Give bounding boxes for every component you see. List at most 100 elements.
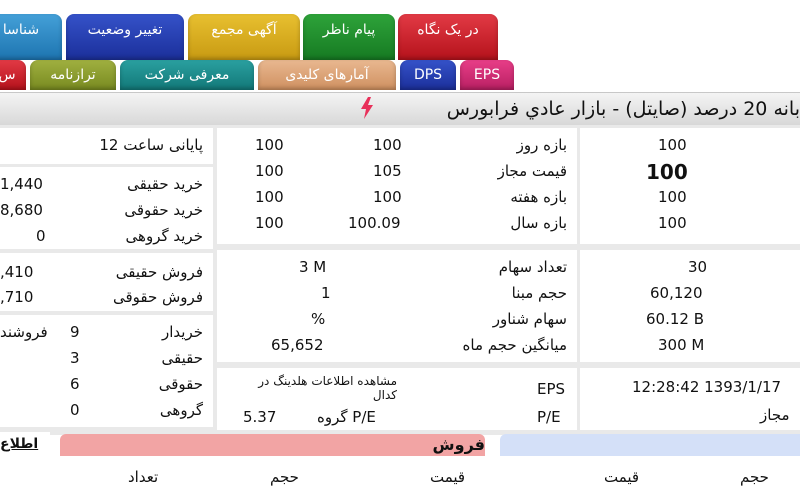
sell-title: فروش [432, 435, 485, 454]
sell-stats-panel: فروش حقیقی ,410 فروش حقوقی ,710 [0, 253, 213, 311]
shares-label: تعداد سهام [498, 258, 567, 276]
buy-col-price: قیمت [604, 468, 640, 486]
base-volume-label: حجم مبنا [511, 284, 567, 302]
float-label: سهام شناور [492, 310, 567, 328]
shares-value: 3 M [299, 258, 327, 276]
tab-company-intro[interactable]: معرفی شرکت [120, 60, 254, 90]
group-pe-label: P/E گروه [317, 408, 376, 426]
pe-label: P/E [537, 408, 561, 426]
buy-table: قیمت حجم [500, 456, 800, 500]
legal-value: 6 [70, 375, 80, 393]
eps-right-panel: 12:28:42 1393/1/17 مجاز [580, 368, 800, 430]
tab-eps-label: EPS [473, 67, 501, 83]
real-value: 3 [70, 349, 80, 367]
buy-header [500, 434, 800, 456]
range-table: بازه روز 100 100 قیمت مجاز 100 105 بازه … [217, 128, 577, 244]
range-day-label: بازه روز [516, 136, 567, 154]
sell-legal-value: ,710 [0, 288, 34, 306]
base-volume-value: 1 [321, 284, 331, 302]
buyer-label: خریدار [161, 323, 203, 341]
buy-stats-panel: خرید حقیقی 1,440 خرید حقوقی 8,680 خرید گ… [0, 167, 213, 249]
buy-real-value: 1,440 [0, 175, 43, 193]
instrument-title-bar: بانه 20 درصد (صایتل) - بازار عادي فرابور… [0, 92, 800, 126]
avg-volume-label: میانگین حجم ماه [462, 336, 567, 354]
tab-key-stats-label: آمارهای کلیدی [285, 67, 369, 83]
tab-balance-sheet[interactable]: ترازنامه [30, 60, 116, 90]
eps-label: EPS [537, 380, 566, 398]
sell-col-price: قیمت [430, 468, 466, 486]
tab-company-intro-label: معرفی شرکت [144, 67, 230, 83]
tab-strip: در یک نگاه پیام ناظر آگهی مجمع تغییر وضع… [0, 0, 800, 92]
closing-panel: پایانی ساعت 12 [0, 128, 213, 164]
tab-identity-label: شناسا [2, 22, 40, 38]
tab-identity[interactable]: شناسا [0, 14, 62, 60]
tab-status-change-label: تغییر وضعیت [87, 22, 163, 38]
group-pe-value: 5.37 [243, 408, 277, 426]
buy-legal-label: خرید حقوقی [124, 201, 203, 219]
range-week-high: 100 [373, 188, 402, 206]
range-year-ref: 100 [658, 214, 687, 232]
base-volume-right: 60,120 [650, 284, 703, 302]
range-week-low: 100 [255, 188, 284, 206]
sell-col-volume: حجم [270, 468, 299, 486]
range-day-low: 100 [255, 136, 284, 154]
tab-eps[interactable]: EPS [460, 60, 514, 90]
last-update-datetime: 12:28:42 1393/1/17 [632, 378, 782, 396]
range-year-high: 100.09 [348, 214, 401, 232]
avg-volume-right: 300 M [658, 336, 705, 354]
avg-volume-value: 65,652 [271, 336, 324, 354]
range-year-label: بازه سال [510, 214, 567, 232]
range-allowed-low: 100 [255, 162, 284, 180]
tab-partial-label: س [0, 67, 16, 83]
buy-real-label: خرید حقیقی [127, 175, 203, 193]
real-label: حقیقی [161, 349, 203, 367]
shares-right: 30 [688, 258, 708, 276]
float-value: % [311, 310, 326, 328]
range-day-high: 100 [373, 136, 402, 154]
info-label[interactable]: اطلاع [0, 436, 38, 452]
instrument-title: بانه 20 درصد (صایتل) - بازار عادي فرابور… [446, 98, 800, 120]
tab-supervisor-message[interactable]: پیام ناظر [303, 14, 395, 60]
buy-group-value: 0 [36, 227, 46, 245]
tab-overview[interactable]: در یک نگاه [398, 14, 498, 60]
tab-supervisor-message-label: پیام ناظر [322, 22, 376, 38]
buy-col-volume: حجم [740, 468, 769, 486]
tab-status-change[interactable]: تغییر وضعیت [66, 14, 184, 60]
range-allowed-label: قیمت مجاز [497, 162, 567, 180]
sell-legal-label: فروش حقوقی [112, 288, 203, 306]
codal-link[interactable]: مشاهده اطلاعات هلدینگ در کدال [237, 374, 397, 402]
trader-count-panel: خریدار 9 فروشند حقیقی 3 حقوقی 6 گروهی 0 [0, 315, 213, 427]
tab-dps-label: DPS [413, 67, 443, 83]
float-right: 60.12 B [646, 310, 705, 328]
allowed-label: مجاز [760, 406, 790, 424]
closing-label: پایانی ساعت 12 [99, 136, 203, 154]
share-info-right: 30 60,120 60.12 B 300 M [580, 250, 800, 362]
buy-legal-value: 8,680 [0, 201, 43, 219]
legal-label: حقوقی [158, 375, 203, 393]
tab-key-stats[interactable]: آمارهای کلیدی [258, 60, 396, 90]
tab-balance-sheet-label: ترازنامه [50, 67, 96, 83]
sell-table: قیمت حجم تعداد [60, 456, 485, 500]
sell-real-label: فروش حقیقی [115, 263, 203, 281]
tab-assembly-notice[interactable]: آگهی مجمع [188, 14, 300, 60]
share-info-panel: تعداد سهام 3 M حجم مبنا 1 سهام شناور % م… [217, 250, 577, 362]
range-ref-column: 100 100 100 100 [580, 128, 800, 244]
buyer-value: 9 [70, 323, 80, 341]
info-panel: اطلاع [0, 432, 50, 500]
buy-group-label: خرید گروهی [125, 227, 203, 245]
range-allowed-high: 105 [373, 162, 402, 180]
lightning-icon [361, 97, 373, 119]
tab-overview-label: در یک نگاه [417, 22, 479, 38]
sell-header: فروش [60, 434, 485, 456]
tab-assembly-notice-label: آگهی مجمع [211, 22, 277, 38]
group-label: گروهی [159, 401, 203, 419]
sell-real-value: ,410 [0, 263, 34, 281]
seller-label: فروشند [0, 323, 48, 341]
tab-partial[interactable]: س [0, 60, 26, 90]
sell-col-count: تعداد [128, 468, 159, 486]
tab-dps[interactable]: DPS [400, 60, 456, 90]
range-day-ref: 100 [658, 136, 687, 154]
group-value: 0 [70, 401, 80, 419]
eps-panel: مشاهده اطلاعات هلدینگ در کدال EPS P/E گر… [217, 368, 577, 430]
range-year-low: 100 [255, 214, 284, 232]
